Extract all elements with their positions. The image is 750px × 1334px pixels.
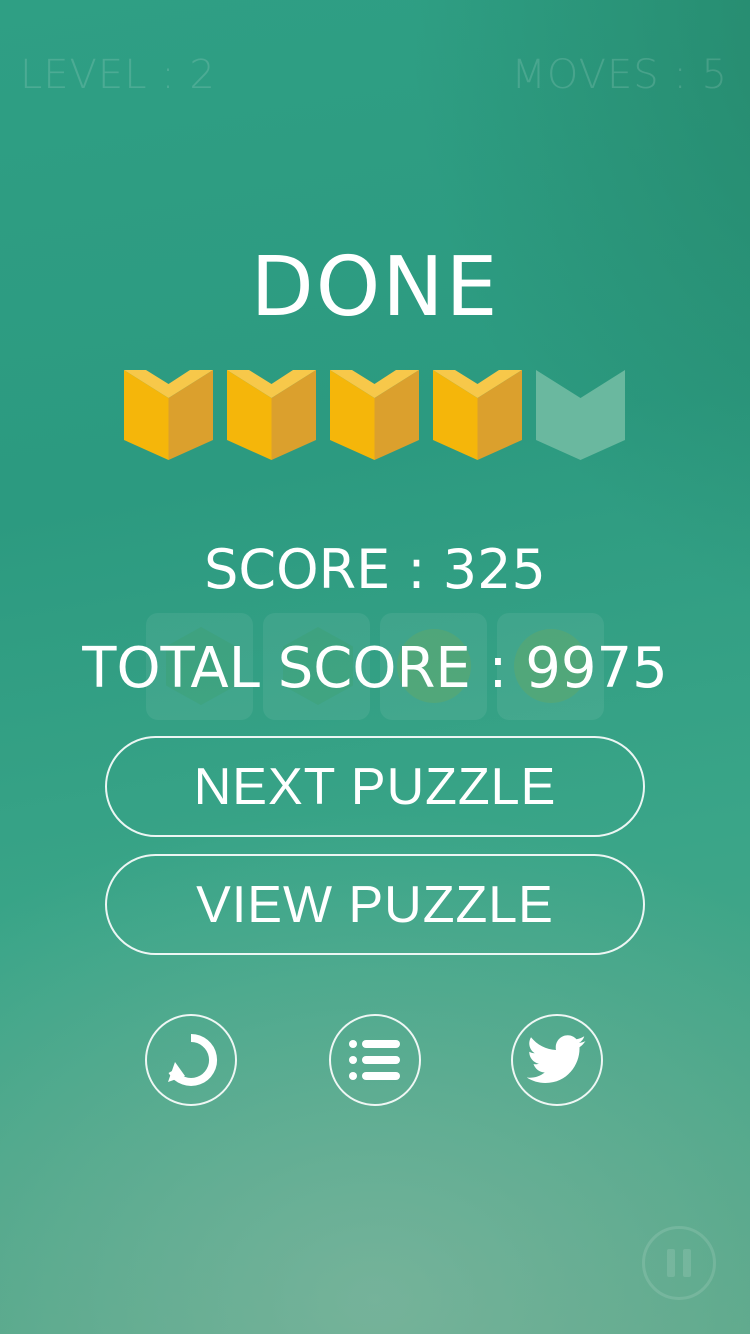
star-empty-icon [536, 370, 625, 460]
star-filled-icon [124, 370, 213, 460]
star-filled-icon [227, 370, 316, 460]
total-score-label: TOTAL SCORE : 9975 [82, 636, 668, 701]
star-filled-icon [433, 370, 522, 460]
star-filled-icon [330, 370, 419, 460]
retry-icon [168, 1033, 218, 1086]
next-puzzle-button[interactable]: NEXT PUZZLE [105, 736, 645, 837]
twitter-icon [527, 1035, 586, 1083]
moves-indicator: MOVES : 5 [511, 52, 728, 98]
level-list-button[interactable] [329, 1014, 421, 1106]
level-indicator: LEVEL : 2 [20, 52, 216, 98]
retry-button[interactable] [145, 1014, 237, 1106]
twitter-share-button[interactable] [511, 1014, 603, 1106]
star-rating [124, 370, 628, 460]
view-puzzle-button[interactable]: VIEW PUZZLE [105, 854, 645, 955]
pause-icon [667, 1249, 675, 1277]
level-list-icon [349, 1040, 400, 1080]
score-label: SCORE : 325 [204, 538, 546, 601]
pause-button[interactable] [642, 1226, 716, 1300]
result-title: DONE [250, 240, 500, 335]
